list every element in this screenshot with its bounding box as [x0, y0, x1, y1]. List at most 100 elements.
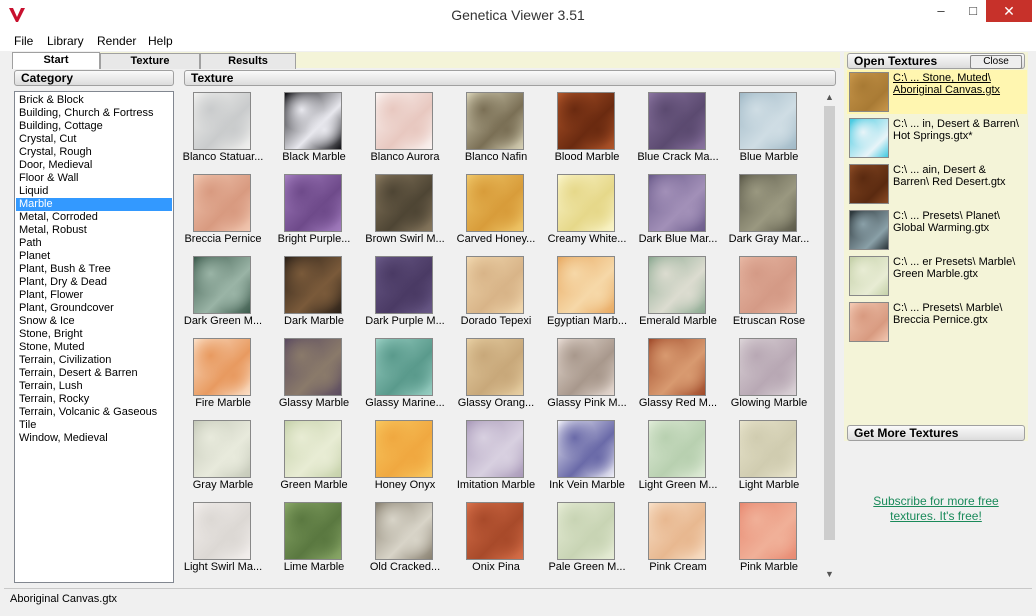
texture-thumbnail[interactable]	[648, 420, 706, 478]
tab-texture[interactable]: Texture	[100, 53, 200, 69]
texture-tile[interactable]: Blanco Statuar...	[178, 88, 268, 170]
category-item[interactable]: Building, Cottage	[16, 120, 172, 133]
texture-tile[interactable]: Pink Cream	[633, 498, 723, 580]
texture-thumbnail[interactable]	[375, 502, 433, 560]
texture-tile[interactable]: Green Marble	[269, 416, 359, 498]
texture-thumbnail[interactable]	[739, 502, 797, 560]
texture-thumbnail[interactable]	[466, 92, 524, 150]
texture-thumbnail[interactable]	[193, 502, 251, 560]
open-texture-item[interactable]: C:\ ... er Presets\ Marble\ Green Marble…	[847, 254, 1027, 298]
texture-tile[interactable]: Glassy Red M...	[633, 334, 723, 416]
texture-thumbnail[interactable]	[648, 338, 706, 396]
texture-tile[interactable]: Dorado Tepexi	[451, 252, 541, 334]
tab-start[interactable]: Start	[12, 52, 100, 69]
texture-thumbnail[interactable]	[466, 338, 524, 396]
close-texture-button[interactable]: Close	[970, 55, 1022, 69]
category-item[interactable]: Crystal, Rough	[16, 146, 172, 159]
category-item[interactable]: Brick & Block	[16, 94, 172, 107]
texture-tile[interactable]: Dark Green M...	[178, 252, 268, 334]
texture-tile[interactable]: Blanco Nafin	[451, 88, 541, 170]
category-item[interactable]: Terrain, Civilization	[16, 354, 172, 367]
texture-tile[interactable]: Dark Blue Mar...	[633, 170, 723, 252]
category-item[interactable]: Metal, Corroded	[16, 211, 172, 224]
texture-tile[interactable]: Brown Swirl M...	[360, 170, 450, 252]
open-texture-item[interactable]: C:\ ... Stone, Muted\ Aboriginal Canvas.…	[847, 70, 1027, 114]
menu-help[interactable]: Help	[148, 34, 173, 48]
texture-tile[interactable]: Dark Purple M...	[360, 252, 450, 334]
texture-tile[interactable]: Imitation Marble	[451, 416, 541, 498]
menu-render[interactable]: Render	[97, 34, 136, 48]
category-item[interactable]: Building, Church & Fortress	[16, 107, 172, 120]
open-texture-item[interactable]: C:\ ... ain, Desert & Barren\ Red Desert…	[847, 162, 1027, 206]
texture-tile[interactable]: Glassy Marble	[269, 334, 359, 416]
texture-thumbnail[interactable]	[648, 502, 706, 560]
texture-thumbnail[interactable]	[557, 92, 615, 150]
close-window-button[interactable]: ✕	[986, 0, 1032, 22]
category-item[interactable]: Liquid	[16, 185, 172, 198]
texture-thumbnail[interactable]	[739, 420, 797, 478]
category-item[interactable]: Snow & Ice	[16, 315, 172, 328]
texture-tile[interactable]: Ink Vein Marble	[542, 416, 632, 498]
texture-thumbnail[interactable]	[193, 338, 251, 396]
open-texture-thumbnail[interactable]	[849, 256, 889, 296]
open-texture-thumbnail[interactable]	[849, 72, 889, 112]
texture-thumbnail[interactable]	[557, 338, 615, 396]
texture-thumbnail[interactable]	[284, 174, 342, 232]
category-item[interactable]: Plant, Groundcover	[16, 302, 172, 315]
open-texture-item[interactable]: C:\ ... Presets\ Planet\ Global Warming.…	[847, 208, 1027, 252]
texture-tile[interactable]: Fire Marble	[178, 334, 268, 416]
texture-thumbnail[interactable]	[284, 420, 342, 478]
category-item[interactable]: Marble	[16, 198, 172, 211]
texture-tile[interactable]: Blue Crack Ma...	[633, 88, 723, 170]
category-item[interactable]: Path	[16, 237, 172, 250]
texture-thumbnail[interactable]	[375, 420, 433, 478]
texture-thumbnail[interactable]	[739, 338, 797, 396]
maximize-button[interactable]: □	[957, 0, 989, 22]
texture-tile[interactable]: Etruscan Rose	[724, 252, 814, 334]
texture-thumbnail[interactable]	[375, 92, 433, 150]
open-texture-item[interactable]: C:\ ... Presets\ Marble\ Breccia Pernice…	[847, 300, 1027, 344]
scroll-up-icon[interactable]: ▲	[822, 90, 837, 105]
texture-thumbnail[interactable]	[193, 256, 251, 314]
texture-thumbnail[interactable]	[193, 174, 251, 232]
category-item[interactable]: Plant, Bush & Tree	[16, 263, 172, 276]
texture-tile[interactable]: Carved Honey...	[451, 170, 541, 252]
texture-tile[interactable]: Bright Purple...	[269, 170, 359, 252]
texture-thumbnail[interactable]	[648, 174, 706, 232]
texture-tile[interactable]: Blood Marble	[542, 88, 632, 170]
texture-tile[interactable]: Pale Green M...	[542, 498, 632, 580]
texture-tile[interactable]: Blanco Aurora	[360, 88, 450, 170]
texture-thumbnail[interactable]	[466, 256, 524, 314]
scroll-down-icon[interactable]: ▼	[822, 567, 837, 582]
category-list[interactable]: Brick & Block Building, Church & Fortress…	[14, 91, 174, 583]
texture-tile[interactable]: Glowing Marble	[724, 334, 814, 416]
texture-tile[interactable]: Honey Onyx	[360, 416, 450, 498]
texture-thumbnail[interactable]	[466, 502, 524, 560]
category-item[interactable]: Stone, Bright	[16, 328, 172, 341]
menu-library[interactable]: Library	[47, 34, 84, 48]
category-item[interactable]: Plant, Dry & Dead	[16, 276, 172, 289]
texture-tile[interactable]: Onix Pina	[451, 498, 541, 580]
open-texture-path[interactable]: C:\ ... er Presets\ Marble\ Green Marble…	[893, 256, 1023, 280]
texture-thumbnail[interactable]	[375, 256, 433, 314]
subscribe-link[interactable]: Subscribe for more free textures. It's f…	[860, 494, 1012, 524]
category-item[interactable]: Terrain, Desert & Barren	[16, 367, 172, 380]
category-item[interactable]: Crystal, Cut	[16, 133, 172, 146]
texture-tile[interactable]: Blue Marble	[724, 88, 814, 170]
texture-tile[interactable]: Creamy White...	[542, 170, 632, 252]
texture-thumbnail[interactable]	[284, 92, 342, 150]
texture-thumbnail[interactable]	[284, 502, 342, 560]
scroll-thumb[interactable]	[824, 106, 835, 540]
texture-tile[interactable]: Dark Marble	[269, 252, 359, 334]
texture-thumbnail[interactable]	[739, 256, 797, 314]
open-texture-path[interactable]: C:\ ... in, Desert & Barren\ Hot Springs…	[893, 118, 1023, 142]
texture-tile[interactable]: Gray Marble	[178, 416, 268, 498]
texture-thumbnail[interactable]	[648, 256, 706, 314]
texture-tile[interactable]: Light Marble	[724, 416, 814, 498]
texture-thumbnail[interactable]	[284, 338, 342, 396]
texture-tile[interactable]: Light Green M...	[633, 416, 723, 498]
texture-tile[interactable]: Black Marble	[269, 88, 359, 170]
tab-results[interactable]: Results	[200, 53, 296, 69]
texture-thumbnail[interactable]	[648, 92, 706, 150]
texture-thumbnail[interactable]	[193, 420, 251, 478]
